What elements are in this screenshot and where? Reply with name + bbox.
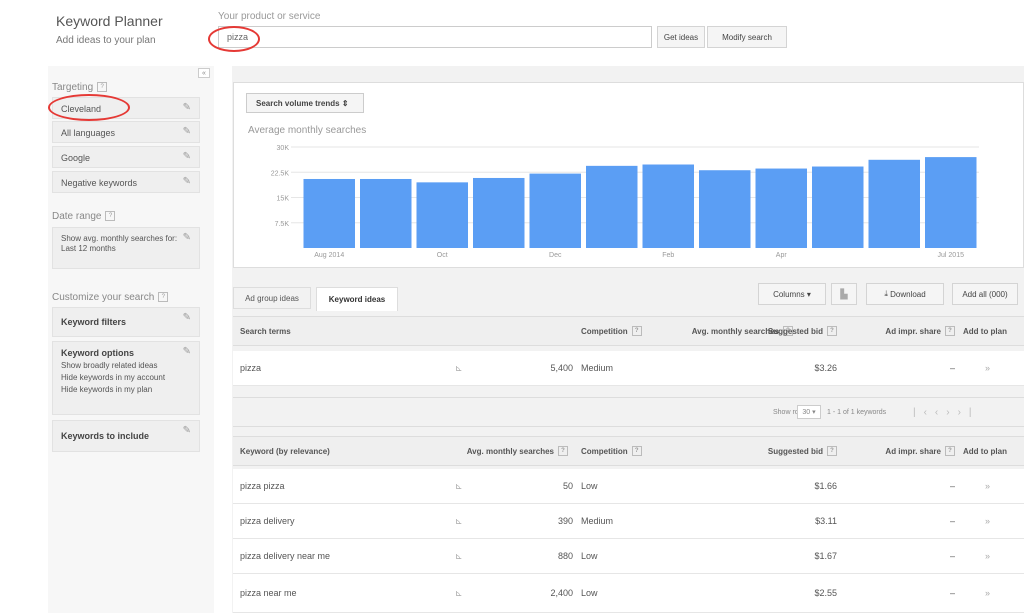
chart-y-ticks: 7.5K 15K 22.5K 30K: [271, 145, 290, 228]
targeting-negative-keywords[interactable]: Negative keywords ✎: [52, 171, 200, 193]
download-button[interactable]: ⤓ Download: [866, 283, 944, 305]
chart-y-tick-label: 22.5K: [271, 170, 290, 177]
customize-label: Customize your search?: [52, 292, 169, 303]
chart-bar: [586, 165, 638, 248]
keyword-options[interactable]: Keyword options Show broadly related ide…: [52, 341, 200, 415]
chart-icon[interactable]: ⊾: [455, 504, 463, 538]
chart-x-tick-label: Jul 2015: [938, 252, 965, 259]
pager-nav[interactable]: |‹‹››|: [913, 398, 980, 426]
chart-bars: [303, 157, 977, 248]
help-icon[interactable]: ?: [105, 211, 116, 222]
date-range-box[interactable]: Show avg. monthly searches for: Last 12 …: [52, 227, 200, 269]
targeting-location[interactable]: Cleveland ✎: [52, 97, 200, 119]
add-to-plan-icon[interactable]: »: [985, 469, 990, 503]
collapse-sidebar-icon[interactable]: «: [198, 68, 210, 78]
modify-search-button[interactable]: Modify search: [707, 26, 787, 48]
add-all-button[interactable]: Add all (000): [952, 283, 1018, 305]
table-row: pizza delivery ⊾ 390 Medium $3.11 – »: [233, 504, 1024, 539]
add-to-plan-icon[interactable]: »: [985, 504, 990, 538]
chart-icon[interactable]: ▙: [831, 283, 857, 305]
monthly-searches-chart: 7.5K 15K 22.5K 30K Aug 2014 Oct Dec Feb Apr Jul …: [271, 145, 979, 259]
pager: Show rows: 30 ▾ 1 - 1 of 1 keywords |‹‹›…: [233, 397, 1024, 427]
table-row: pizza pizza ⊾ 50 Low $1.66 – »: [233, 469, 1024, 504]
date-range-label: Date range?: [52, 211, 116, 222]
targeting-network[interactable]: Google ✎: [52, 146, 200, 168]
pencil-icon[interactable]: ✎: [183, 151, 191, 162]
chart-icon[interactable]: ⊾: [455, 351, 463, 385]
chevron-down-icon: ▾: [806, 289, 811, 299]
chart-bar: [755, 168, 807, 248]
chart-bar: [303, 178, 355, 248]
pencil-icon[interactable]: ✎: [183, 176, 191, 187]
chart-bar: [812, 166, 864, 248]
chart-bar: [868, 159, 920, 248]
chart-bar: [699, 170, 751, 248]
help-icon[interactable]: ?: [945, 446, 955, 456]
help-icon[interactable]: ?: [631, 326, 642, 336]
chart-x-tick-label: Apr: [776, 252, 788, 259]
pencil-icon[interactable]: ✎: [183, 312, 191, 323]
help-icon[interactable]: ?: [158, 292, 169, 303]
chart-bar: [529, 173, 581, 248]
chart-x-ticks: Aug 2014 Oct Dec Feb Apr Jul 2015: [314, 252, 964, 259]
download-icon: ⤓: [884, 289, 888, 298]
pencil-icon[interactable]: ✎: [183, 126, 191, 137]
table-row: pizza ⊾ 5,400 Medium $3.26 – »: [233, 351, 1024, 386]
add-to-plan-icon[interactable]: »: [985, 574, 990, 612]
chart-y-tick-label: 15K: [277, 196, 290, 203]
chart-y-tick-label: 30K: [277, 145, 290, 152]
help-icon[interactable]: ?: [827, 446, 837, 456]
pencil-icon[interactable]: ✎: [183, 232, 191, 243]
chart-icon[interactable]: ⊾: [455, 539, 463, 573]
pencil-icon[interactable]: ✎: [183, 102, 191, 113]
tab-ad-group-ideas[interactable]: Ad group ideas: [233, 287, 311, 309]
tab-keyword-ideas[interactable]: Keyword ideas: [316, 287, 398, 311]
search-volume-trends-button[interactable]: Search volume trends ⇕: [246, 93, 364, 113]
product-input[interactable]: pizza: [218, 26, 652, 48]
add-to-plan-icon[interactable]: »: [985, 539, 990, 573]
table-row: pizza near me ⊾ 2,400 Low $2.55 – »: [233, 574, 1024, 613]
app-subtitle: Add ideas to your plan: [56, 35, 156, 46]
chart-y-tick-label: 7.5K: [275, 221, 290, 228]
help-icon[interactable]: ?: [827, 326, 837, 336]
chart-icon[interactable]: ⊾: [455, 469, 463, 503]
dropdown-icon: ⇕: [341, 99, 349, 108]
help-icon[interactable]: ?: [945, 326, 955, 336]
pencil-icon[interactable]: ✎: [183, 425, 191, 436]
rows-per-page-select[interactable]: 30 ▾: [797, 405, 821, 419]
chart-x-tick-label: Oct: [437, 252, 448, 259]
pencil-icon[interactable]: ✎: [183, 346, 191, 357]
app-title: Keyword Planner: [56, 13, 163, 29]
chart-x-tick-label: Dec: [549, 252, 562, 259]
add-to-plan-icon[interactable]: »: [985, 351, 990, 385]
chart-bar: [642, 164, 694, 248]
targeting-label: Targeting?: [52, 82, 108, 93]
keywords-to-include[interactable]: Keywords to include ✎: [52, 420, 200, 452]
chart-x-tick-label: Feb: [662, 252, 674, 259]
search-table-header: Search terms Avg. monthly searches? Comp…: [233, 316, 1024, 346]
keyword-filters[interactable]: Keyword filters ✎: [52, 307, 200, 337]
help-icon[interactable]: ?: [631, 446, 642, 456]
chart-x-tick-label: Aug 2014: [314, 252, 344, 259]
help-icon[interactable]: ?: [558, 446, 568, 456]
targeting-language[interactable]: All languages ✎: [52, 121, 200, 143]
ideas-table-header: Keyword (by relevance) Avg. monthly sear…: [233, 436, 1024, 466]
chart-bar: [473, 177, 525, 248]
chart-bar: [360, 178, 412, 248]
chart-icon[interactable]: ⊾: [455, 574, 463, 612]
chart-bar: [925, 157, 977, 248]
columns-button[interactable]: Columns ▾: [758, 283, 826, 305]
chart-bar: [416, 182, 468, 248]
table-row: pizza delivery near me ⊾ 880 Low $1.67 –…: [233, 539, 1024, 574]
get-ideas-button[interactable]: Get ideas: [657, 26, 705, 48]
help-icon[interactable]: ?: [97, 82, 108, 93]
product-label: Your product or service: [218, 11, 321, 22]
